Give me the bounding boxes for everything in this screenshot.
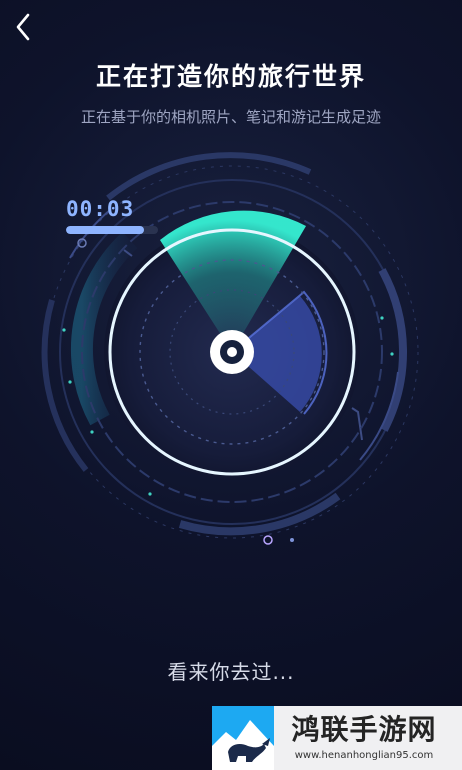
watermark-url: www.henanhonglian95.com — [294, 750, 434, 761]
page-subtitle: 正在基于你的相机照片、笔记和游记生成足迹 — [80, 108, 381, 126]
watermark-banner: 鸿联手游网 www.henanhonglian95.com — [212, 706, 462, 770]
bull-logo-icon — [212, 706, 274, 770]
page-title: 正在打造你的旅行世界 — [95, 62, 366, 91]
scan-progress-fill — [66, 226, 145, 234]
scan-progress-bar — [66, 226, 158, 234]
chevron-left-icon — [16, 13, 30, 41]
watermark-text-block: 鸿联手游网 www.henanhonglian95.com — [274, 713, 454, 763]
elapsed-timer: 00:03 — [66, 197, 135, 221]
travel-world-loading-screen: 正在打造你的旅行世界 正在基于你的相机照片、笔记和游记生成足迹 00:03 看来… — [0, 0, 462, 770]
status-text: 看来你去过... — [167, 660, 295, 684]
watermark-name: 鸿联手游网 — [291, 713, 437, 746]
back-button[interactable] — [6, 8, 40, 46]
